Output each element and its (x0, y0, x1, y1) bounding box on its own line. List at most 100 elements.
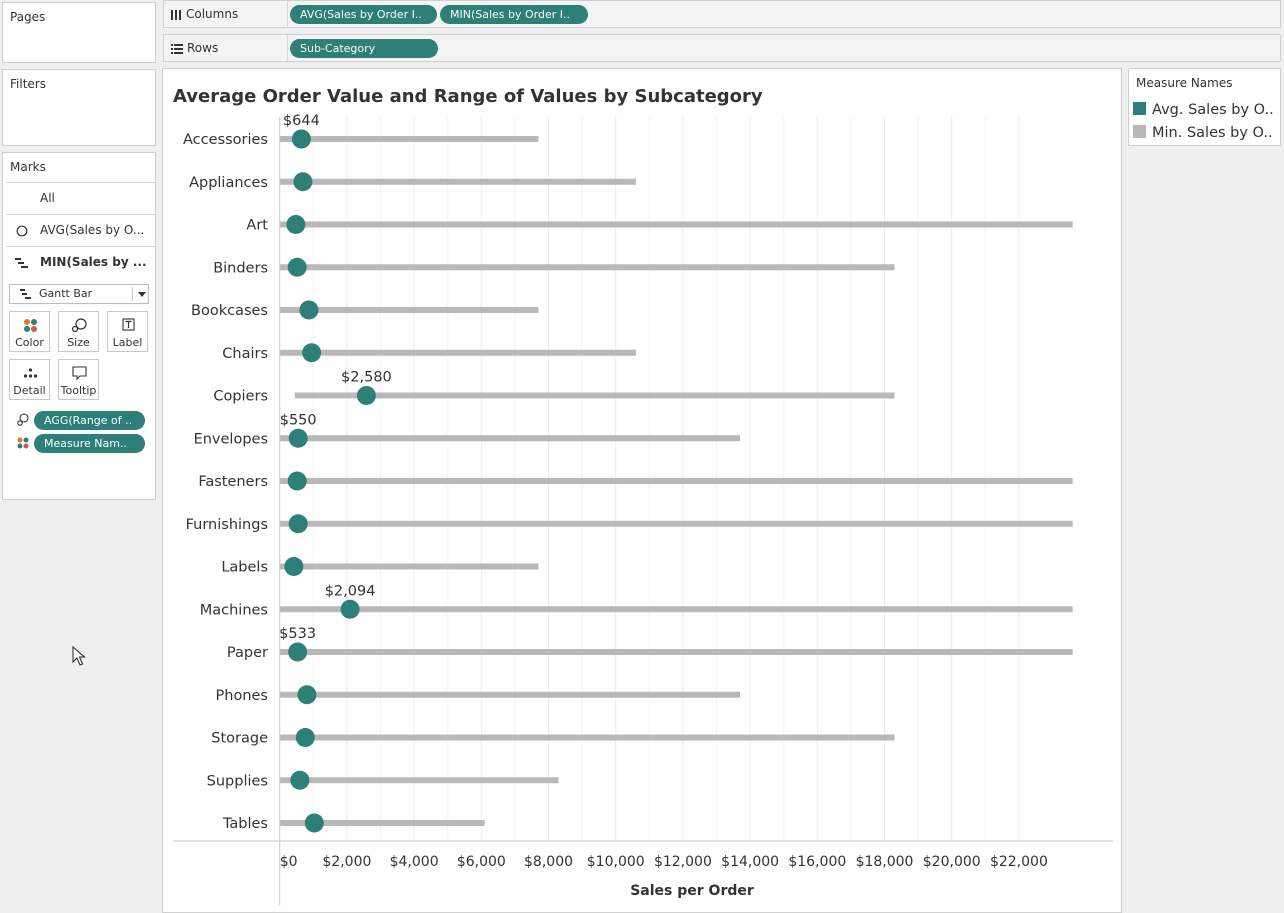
marks-card-avg[interactable]: AVG(Sales by O... (6, 214, 157, 245)
columns-shelf[interactable]: Columns AVG(Sales by Order I.. MIN(Sales… (163, 0, 1281, 28)
legend-item-avg[interactable]: Avg. Sales by O.. (1133, 102, 1274, 118)
avg-dot (293, 172, 313, 192)
pages-card[interactable]: Pages (2, 2, 156, 63)
color-button[interactable]: Color (9, 311, 50, 352)
row-label-chairs: Chairs (222, 346, 268, 362)
data-label: $2,094 (325, 583, 376, 599)
columns-shelf-label: Columns (164, 1, 288, 27)
row-label-tables: Tables (222, 816, 268, 832)
pages-title: Pages (10, 10, 46, 24)
marks-card: Marks All AVG(Sales by O... MIN(Sales by… (2, 152, 157, 500)
avg-dot (284, 557, 304, 576)
x-tick-label: $2,000 (322, 854, 371, 870)
avg-dot (291, 129, 311, 149)
columns-pill-min[interactable]: MIN(Sales by Order I.. (440, 5, 588, 24)
row-label-furnishings: Furnishings (186, 517, 268, 533)
avg-dot (286, 215, 306, 234)
data-label: $550 (280, 412, 317, 428)
detail-icon (23, 368, 38, 378)
legend-item-min[interactable]: Min. Sales by O.. (1133, 125, 1273, 141)
x-tick-label: $0 (280, 854, 298, 870)
chart-canvas: Average Order Value and Range of Values … (173, 86, 1113, 905)
rows-pill-subcategory[interactable]: Sub-Category (290, 39, 438, 58)
marks-card-min[interactable]: MIN(Sales by ... (6, 246, 157, 277)
row-label-phones: Phones (216, 688, 268, 704)
chevron-down-icon (138, 292, 146, 297)
row-label-accessories: Accessories (183, 132, 268, 148)
columns-pill-avg-label: AVG(Sales by Order I.. (300, 8, 422, 21)
avg-dot (287, 471, 307, 491)
label-button-label: Label (112, 336, 143, 349)
size-button-label: Size (67, 336, 90, 349)
marks-title: Marks (10, 160, 46, 174)
color-field-pill[interactable]: Measure Nam.. (34, 434, 145, 453)
tooltip-button[interactable]: Tooltip (58, 359, 99, 400)
row-label-paper: Paper (227, 645, 268, 661)
avg-dot (288, 514, 308, 534)
chart-view: Average Order Value and Range of Values … (162, 68, 1122, 913)
size-field-pill-label: AGG(Range of .. (44, 414, 133, 427)
data-label: $533 (279, 626, 316, 642)
x-tick-label: $6,000 (457, 854, 506, 870)
row-label-storage: Storage (211, 731, 268, 747)
avg-dot (288, 642, 308, 662)
rows-label-text: Rows (187, 41, 219, 55)
row-label-binders: Binders (213, 260, 268, 276)
legend-swatch-avg (1133, 102, 1146, 115)
avg-dot (295, 728, 315, 747)
avg-dot (299, 300, 319, 320)
x-axis-title: Sales per Order (630, 883, 754, 899)
marks-card-all[interactable]: All (6, 182, 157, 213)
tooltip-icon (72, 366, 87, 381)
rows-shelf-label: Rows (164, 35, 288, 61)
size-button[interactable]: Size (58, 311, 99, 352)
rows-shelf[interactable]: Rows Sub-Category (163, 34, 1281, 62)
detail-button-label: Detail (13, 384, 46, 397)
mark-type-dropdown[interactable]: Gantt Bar (9, 284, 149, 304)
row-label-supplies: Supplies (207, 773, 268, 789)
mouse-cursor-icon (72, 646, 86, 666)
avg-dot (288, 428, 308, 448)
color-field-pill-label: Measure Nam.. (44, 437, 127, 450)
filters-card[interactable]: Filters (2, 69, 156, 146)
avg-dot (340, 599, 360, 619)
row-label-envelopes: Envelopes (194, 431, 268, 447)
avg-dot (304, 813, 324, 833)
dropdown-divider (132, 287, 133, 301)
row-label-appliances: Appliances (189, 175, 268, 191)
row-label-machines: Machines (200, 602, 268, 618)
x-tick-label: $14,000 (721, 854, 779, 870)
circle-mark-icon (16, 225, 28, 237)
size-field-pill[interactable]: AGG(Range of .. (34, 411, 145, 430)
detail-button[interactable]: Detail (9, 359, 50, 400)
gantt-bar-icon (20, 289, 31, 299)
measure-names-legend[interactable]: Measure Names Avg. Sales by O.. Min. Sal… (1128, 68, 1281, 146)
data-label: $2,580 (341, 370, 392, 386)
filters-title: Filters (10, 77, 46, 91)
avg-dot (287, 257, 307, 277)
chart-title: Average Order Value and Range of Values … (173, 86, 763, 107)
x-tick-label: $10,000 (587, 854, 645, 870)
columns-pill-avg[interactable]: AVG(Sales by Order I.. (290, 5, 437, 24)
avg-dot (297, 685, 317, 705)
x-tick-label: $18,000 (856, 854, 914, 870)
marks-card-avg-label: AVG(Sales by O... (40, 223, 145, 237)
rows-pill-subcategory-label: Sub-Category (300, 42, 376, 55)
row-label-labels: Labels (221, 560, 268, 576)
legend-title: Measure Names (1136, 76, 1233, 90)
row-label-fasteners: Fasteners (198, 474, 268, 490)
size-field-icon (17, 413, 29, 426)
color-icon (24, 319, 37, 332)
row-label-art: Art (246, 218, 268, 234)
tooltip-button-label: Tooltip (60, 384, 97, 397)
x-tick-label: $20,000 (923, 854, 981, 870)
x-tick-label: $16,000 (788, 854, 846, 870)
label-button[interactable]: Label (107, 311, 148, 352)
marks-card-all-label: All (40, 191, 55, 205)
legend-item-avg-label: Avg. Sales by O.. (1152, 102, 1274, 118)
color-field-icon (17, 437, 29, 449)
avg-dot (356, 386, 376, 405)
columns-icon (171, 9, 181, 20)
x-tick-label: $22,000 (990, 854, 1048, 870)
columns-pill-min-label: MIN(Sales by Order I.. (450, 8, 571, 21)
